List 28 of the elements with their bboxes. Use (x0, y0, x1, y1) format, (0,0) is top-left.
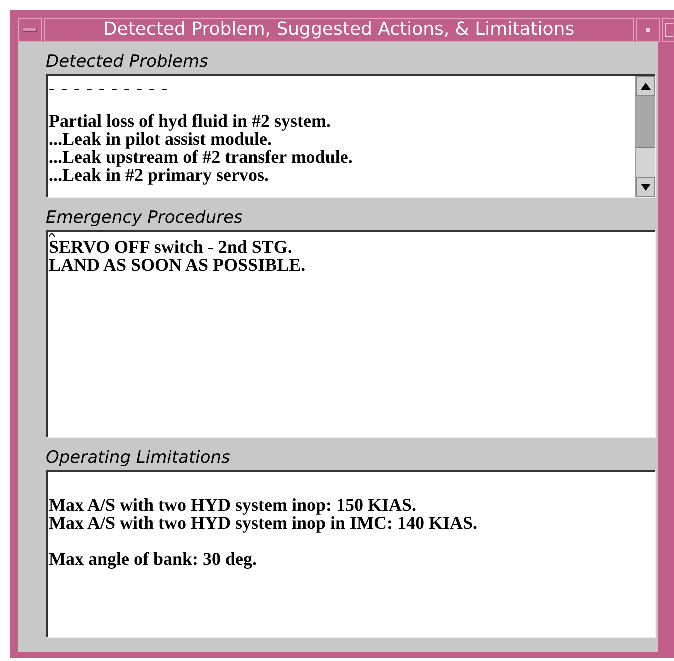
text-line: Max A/S with two HYD system inop: 150 KIAS. (49, 496, 417, 514)
dash-icon (23, 28, 37, 32)
text-line: ...Leak in pilot assist module. (49, 130, 272, 148)
text-cursor-icon (49, 233, 55, 237)
text-line: Partial loss of hyd fluid in #2 system. (49, 112, 332, 130)
dashed-rule-text: - - - - - - - - - - (49, 82, 168, 94)
text-area[interactable]: - - - - - - - - - - Partial loss of hyd fluid in #2 system. ...Leak in pilot assist module. ...Leak upstream of #2 transfer module. ...Leak in #2 primary servos. (46, 74, 656, 198)
scroll-down-button[interactable] (636, 177, 655, 197)
window-title: Detected Problem, Suggested Actions, & Limitations (44, 18, 634, 42)
scroll-thumb[interactable] (636, 96, 655, 148)
text-line: ...Leak in #2 primary servos. (49, 166, 269, 184)
text-line: Max A/S with two HYD system inop in IMC: 140 KIAS. (49, 514, 478, 532)
text-line: SERVO OFF switch - 2nd STG. (49, 238, 292, 256)
section-label: Detected Problems (46, 52, 210, 74)
text-line: ...Leak upstream of #2 transfer module. (49, 148, 353, 166)
maximize-button[interactable] (662, 18, 674, 42)
text-line: Max angle of bank: 30 deg. (49, 550, 258, 568)
up-arrow-icon (640, 82, 650, 90)
minimize-button[interactable] (636, 18, 660, 42)
scrollbar[interactable] (635, 76, 655, 197)
text-area[interactable]: Max A/S with two HYD system inop: 150 KIAS. Max A/S with two HYD system inop in IMC: 140 KIAS. Max angle of bank: 30 deg. (46, 470, 656, 638)
section-label: Emergency Procedures (46, 208, 244, 230)
section-label: Operating Limitations (46, 448, 232, 470)
scroll-up-button[interactable] (636, 76, 655, 96)
window-menu-button[interactable] (18, 18, 42, 42)
text-area[interactable]: SERVO OFF switch - 2nd STG. LAND AS SOON AS POSSIBLE. (46, 230, 656, 438)
text-line: LAND AS SOON AS POSSIBLE. (49, 256, 306, 274)
down-arrow-icon (640, 184, 650, 190)
